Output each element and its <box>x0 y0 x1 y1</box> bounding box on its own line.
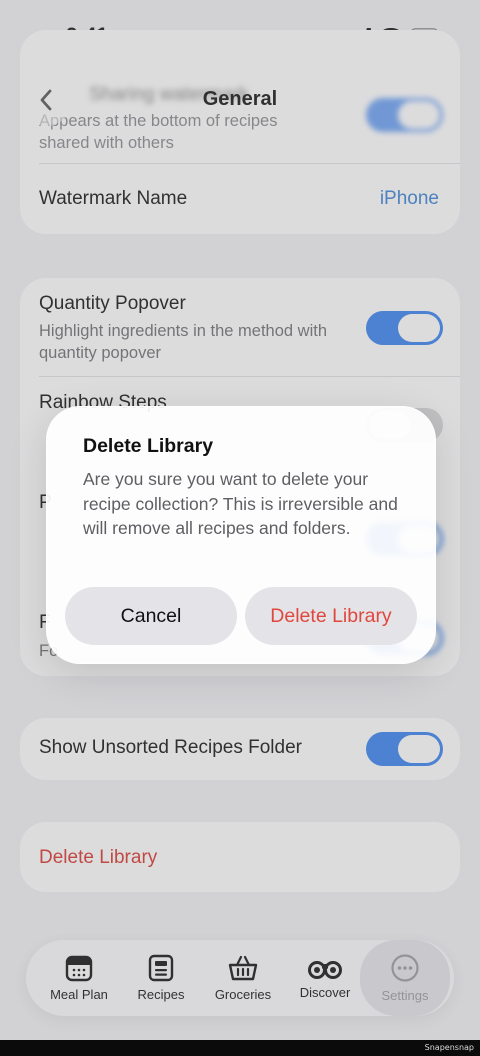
dialog-message: Are you sure you want to delete your rec… <box>83 469 398 538</box>
dialog-title: Delete Library <box>83 435 214 457</box>
screen: 9:41 Sharing watermark <box>0 0 480 1040</box>
watermark-text: Snapensnap <box>424 1043 474 1052</box>
cancel-button[interactable]: Cancel <box>65 587 237 645</box>
confirm-delete-button[interactable]: Delete Library <box>245 587 417 645</box>
delete-library-dialog: Delete Library Are you sure you want to … <box>46 406 436 664</box>
image-footer: Snapensnap <box>0 1040 480 1056</box>
